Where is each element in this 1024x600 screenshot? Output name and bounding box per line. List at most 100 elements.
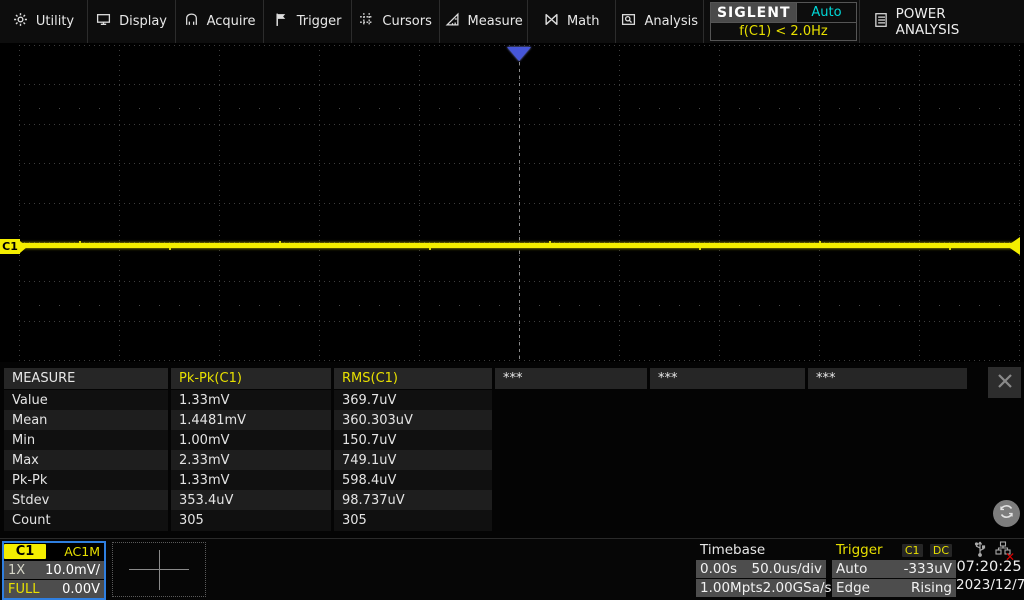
gridline-vertical [19, 45, 20, 360]
menu-bar: Utility Display Acquire Trigger Cursors [0, 0, 1024, 45]
plus-icon [159, 550, 160, 590]
measure-icon [445, 12, 460, 31]
measure-row-label: Max [4, 450, 168, 471]
gridline-horizontal [19, 360, 1020, 361]
timebase-descriptor[interactable]: Timebase 0.00s 50.0us/div 1.00Mpts 2.00G… [696, 541, 826, 597]
measure-row-label: Stdev [4, 490, 168, 511]
measure-panel: MEASURE Pk-Pk(C1) RMS(C1) *** *** *** Va… [0, 362, 1024, 538]
gridline-vertical [619, 45, 620, 360]
flag-icon [274, 12, 289, 31]
menu-acquire[interactable]: Acquire [176, 0, 264, 43]
menu-utility[interactable]: Utility [0, 0, 88, 43]
measure-value: 598.4uV [334, 470, 492, 491]
measure-value: 369.7uV [334, 390, 492, 411]
menu-trigger[interactable]: Trigger [264, 0, 352, 43]
measure-col-pkpk[interactable]: Pk-Pk(C1) [171, 368, 331, 389]
trigger-mode: Auto [836, 561, 867, 577]
measure-value: 150.7uV [334, 430, 492, 451]
menu-measure-label: Measure [468, 14, 523, 29]
connectivity-icons: ✕ [962, 542, 1022, 559]
trigger-source-chip: C1 [902, 544, 923, 557]
measure-value: 749.1uV [334, 450, 492, 471]
channel1-trace [19, 243, 1015, 248]
channel1-offset: 0.00V [62, 582, 100, 597]
menu-math-label: Math [567, 14, 600, 29]
gridline-vertical [219, 45, 220, 360]
measure-row-label: Min [4, 430, 168, 451]
measure-value: 1.00mV [171, 430, 331, 451]
trigger-title: Trigger [836, 542, 883, 558]
channel1-descriptor[interactable]: C1 AC1M 1X 10.0mV/ FULL 0.00V [2, 541, 106, 600]
channel1-bandwidth: FULL [8, 582, 39, 597]
channel1-offset-arrow [20, 241, 27, 253]
menu-math[interactable]: Math [528, 0, 616, 43]
gridline-vertical [1019, 45, 1020, 360]
cursors-icon [359, 12, 374, 31]
clock-time: 07:20:25 [956, 559, 1022, 575]
measure-value: 305 [171, 510, 331, 531]
measure-col-empty1[interactable]: *** [495, 368, 647, 389]
gridline-vertical [919, 45, 920, 360]
menu-cursors[interactable]: Cursors [352, 0, 440, 43]
power-analysis-label: POWER ANALYSIS [896, 6, 1012, 38]
channel1-probe: 1X [8, 563, 25, 578]
usb-icon [973, 540, 987, 561]
status-bar: C1 AC1M 1X 10.0mV/ FULL 0.00V Timebase 0… [0, 538, 1024, 600]
timebase-samplerate: 2.00GSa/s [763, 580, 832, 596]
timebase-delay: 0.00s [700, 561, 737, 577]
measure-value: 353.4uV [171, 490, 331, 511]
timebase-scale: 50.0us/div [751, 561, 822, 577]
acquire-icon [184, 12, 199, 31]
trigger-position-marker[interactable] [507, 47, 531, 61]
menu-power-analysis[interactable]: POWER ANALYSIS [859, 0, 1024, 43]
center-vertical-gridline [519, 62, 520, 360]
measure-value: 360.303uV [334, 410, 492, 431]
menu-acquire-label: Acquire [207, 14, 256, 29]
clock: 07:20:25 2023/12/7 [956, 559, 1022, 593]
trigger-level: -333uV [904, 561, 952, 577]
frequency-counter: f(C1) < 2.0Hz [711, 22, 855, 40]
measure-row-label: Pk-Pk [4, 470, 168, 491]
measure-col-empty2[interactable]: *** [650, 368, 805, 389]
gridline-vertical [819, 45, 820, 360]
menu-cursors-label: Cursors [382, 14, 432, 29]
gridline-vertical [119, 45, 120, 360]
trigger-descriptor[interactable]: Trigger C1 DC Auto -333uV Edge Rising [832, 541, 956, 597]
logo-status-box: SIGLENT Auto f(C1) < 2.0Hz [710, 2, 856, 41]
add-channel-placeholder[interactable] [112, 542, 206, 597]
menu-analysis[interactable]: Analysis [616, 0, 704, 43]
measure-row-label: Value [4, 390, 168, 411]
measure-col-rms[interactable]: RMS(C1) [334, 368, 492, 389]
lan-icon: ✕ [995, 541, 1011, 560]
menu-measure[interactable]: Measure [440, 0, 528, 43]
display-icon [96, 12, 111, 31]
gridline-vertical [319, 45, 320, 360]
measure-value: 98.737uV [334, 490, 492, 511]
waveform-display[interactable]: C1 [0, 43, 1024, 362]
channel1-scale: 10.0mV/ [45, 563, 100, 578]
menu-display-label: Display [119, 14, 167, 29]
acquisition-status: Auto [797, 3, 855, 22]
menu-utility-label: Utility [36, 14, 74, 29]
trigger-type: Edge [836, 580, 870, 596]
channel1-coupling: AC1M [46, 544, 104, 559]
trigger-level-marker[interactable] [1007, 237, 1020, 255]
menu-trigger-label: Trigger [297, 14, 342, 29]
siglent-logo: SIGLENT [711, 3, 797, 22]
analysis-icon [621, 12, 636, 31]
trigger-coupling-chip: DC [930, 544, 952, 557]
measure-close-button[interactable] [988, 367, 1021, 398]
menu-display[interactable]: Display [88, 0, 176, 43]
close-icon [995, 371, 1015, 395]
measure-title: MEASURE [4, 368, 168, 389]
gesture-circle-button[interactable] [993, 500, 1020, 527]
measure-row-label: Count [4, 510, 168, 531]
measure-col-empty3[interactable]: *** [808, 368, 967, 389]
measure-value: 1.33mV [171, 470, 331, 491]
measure-value: 2.33mV [171, 450, 331, 471]
gridline-vertical [719, 45, 720, 360]
measure-value: 1.33mV [171, 390, 331, 411]
channel1-offset-tag[interactable]: C1 [0, 239, 20, 254]
rotate-arrows-icon [997, 502, 1016, 525]
timebase-points: 1.00Mpts [700, 580, 763, 596]
